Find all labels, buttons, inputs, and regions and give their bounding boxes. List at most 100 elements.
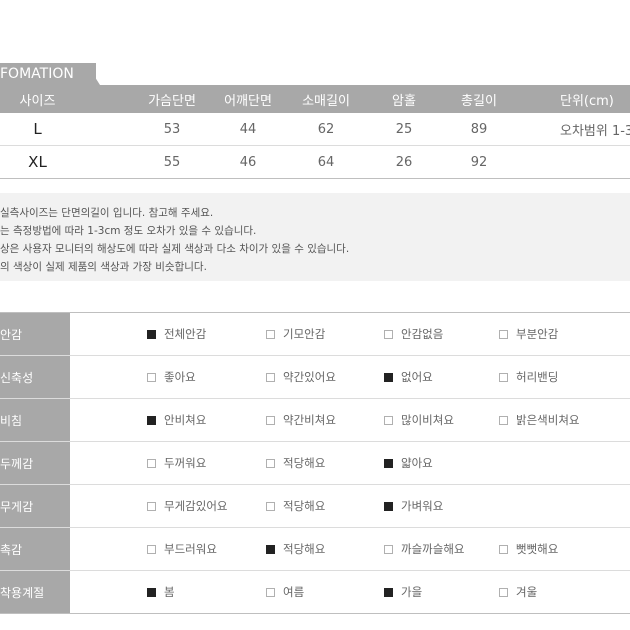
info-option: 부분안감 <box>499 313 558 355</box>
unchecked-box-icon <box>499 329 508 339</box>
info-option-label: 두꺼워요 <box>164 456 207 470</box>
unchecked-box-icon <box>266 329 275 339</box>
note-line: 의 색상이 실제 제품의 색상과 가장 비슷합니다. <box>0 261 207 273</box>
size-row: XL 55 46 64 26 92 <box>0 146 630 179</box>
header-armhole: 암홀 <box>392 93 416 109</box>
shoulder-value: 44 <box>239 121 257 137</box>
info-option-label: 좋아요 <box>164 370 196 384</box>
info-option: 겨울 <box>499 571 537 613</box>
length-value: 92 <box>470 154 488 170</box>
info-row-label: 두께감 <box>0 442 70 484</box>
info-option: 없어요 <box>384 356 433 398</box>
info-option-label: 겨울 <box>516 585 538 599</box>
info-option-label: 부분안감 <box>516 327 559 341</box>
info-option-label: 가을 <box>401 585 423 599</box>
header-unit: 단위(cm) <box>560 93 614 109</box>
info-row: 두께감 두꺼워요 적당해요 얇아요 <box>0 442 630 485</box>
info-row-label: 안감 <box>0 313 70 355</box>
header-sleeve: 소매길이 <box>302 93 350 109</box>
size-label: XL <box>28 153 47 171</box>
size-row: L 53 44 62 25 89 오차범위 1-3 <box>0 113 630 146</box>
info-row: 촉감 부드러워요 적당해요 까슬까슬해요 뻣뻣해요 <box>0 528 630 571</box>
info-option-label: 여름 <box>283 585 305 599</box>
info-option-label: 가벼워요 <box>401 499 444 513</box>
info-option: 안감없음 <box>384 313 443 355</box>
header-chest: 가슴단면 <box>148 93 196 109</box>
info-option: 적당해요 <box>266 442 325 484</box>
info-tab-label: FOMATION <box>0 66 74 82</box>
unchecked-box-icon <box>499 587 508 597</box>
info-option: 안비쳐요 <box>147 399 206 441</box>
info-row: 무게감 무게감있어요 적당해요 가벼워요 <box>0 485 630 528</box>
info-option: 얇아요 <box>384 442 433 484</box>
info-option: 두꺼워요 <box>147 442 206 484</box>
info-option: 까슬까슬해요 <box>384 528 464 570</box>
info-row-label: 촉감 <box>0 528 70 570</box>
info-option-label: 많이비쳐요 <box>401 413 454 427</box>
info-option: 허리밴딩 <box>499 356 558 398</box>
info-row-label: 착용계절 <box>0 571 70 613</box>
info-row-label: 무게감 <box>0 485 70 527</box>
shoulder-value: 46 <box>239 154 257 170</box>
info-option: 많이비쳐요 <box>384 399 454 441</box>
info-option: 가벼워요 <box>384 485 443 527</box>
info-option: 부드러워요 <box>147 528 217 570</box>
checked-box-icon <box>384 501 393 511</box>
info-option: 가을 <box>384 571 422 613</box>
info-row: 착용계절 봄 여름 가을 겨울 <box>0 571 630 614</box>
info-option-label: 봄 <box>164 585 175 599</box>
note-line: 실측사이즈는 단면의길이 입니다. 참고해 주세요. <box>0 207 214 219</box>
sleeve-value: 62 <box>317 121 335 137</box>
unchecked-box-icon <box>266 372 275 382</box>
tolerance-note: 오차범위 1-3 <box>560 123 630 139</box>
header-shoulder: 어깨단면 <box>224 93 272 109</box>
checked-box-icon <box>384 458 393 468</box>
info-option: 전체안감 <box>147 313 206 355</box>
notes-box: 실측사이즈는 단면의길이 입니다. 참고해 주세요. 는 측정방법에 따라 1-… <box>0 193 630 281</box>
info-option-label: 밝은색비쳐요 <box>516 413 580 427</box>
info-option: 밝은색비쳐요 <box>499 399 579 441</box>
info-row-label: 신축성 <box>0 356 70 398</box>
chest-value: 53 <box>163 121 181 137</box>
info-option-label: 뻣뻣해요 <box>516 542 559 556</box>
length-value: 89 <box>470 121 488 137</box>
info-option-label: 안비쳐요 <box>164 413 207 427</box>
info-option: 적당해요 <box>266 528 325 570</box>
unchecked-box-icon <box>266 501 275 511</box>
info-tab: FOMATION <box>0 63 96 85</box>
info-option-label: 없어요 <box>401 370 433 384</box>
unchecked-box-icon <box>499 372 508 382</box>
info-option-label: 얇아요 <box>401 456 433 470</box>
tolerance-note <box>560 146 630 178</box>
unchecked-box-icon <box>147 544 156 554</box>
unchecked-box-icon <box>266 458 275 468</box>
checked-box-icon <box>384 587 393 597</box>
info-option: 뻣뻣해요 <box>499 528 558 570</box>
checked-box-icon <box>147 587 156 597</box>
note-line: 상은 사용자 모니터의 해상도에 따라 실제 색상과 다소 차이가 있을 수 있… <box>0 243 350 255</box>
checked-box-icon <box>266 544 275 554</box>
info-option-label: 약간있어요 <box>283 370 336 384</box>
unchecked-box-icon <box>384 415 393 425</box>
info-option: 좋아요 <box>147 356 196 398</box>
chest-value: 55 <box>163 154 181 170</box>
info-option: 적당해요 <box>266 485 325 527</box>
info-option-label: 안감없음 <box>401 327 444 341</box>
unchecked-box-icon <box>384 544 393 554</box>
unchecked-box-icon <box>384 329 393 339</box>
info-row: 비침 안비쳐요 약간비쳐요 많이비쳐요 밝은색비쳐요 <box>0 399 630 442</box>
unchecked-box-icon <box>266 415 275 425</box>
sleeve-value: 64 <box>317 154 335 170</box>
info-option-label: 까슬까슬해요 <box>401 542 465 556</box>
armhole-value: 26 <box>395 154 413 170</box>
unchecked-box-icon <box>499 415 508 425</box>
size-label: L <box>33 120 42 138</box>
unchecked-box-icon <box>147 458 156 468</box>
unchecked-box-icon <box>147 501 156 511</box>
info-option: 약간있어요 <box>266 356 336 398</box>
info-option-label: 무게감있어요 <box>164 499 228 513</box>
info-option: 봄 <box>147 571 175 613</box>
info-option-label: 허리밴딩 <box>516 370 559 384</box>
header-length: 총길이 <box>461 93 497 109</box>
info-option: 여름 <box>266 571 304 613</box>
